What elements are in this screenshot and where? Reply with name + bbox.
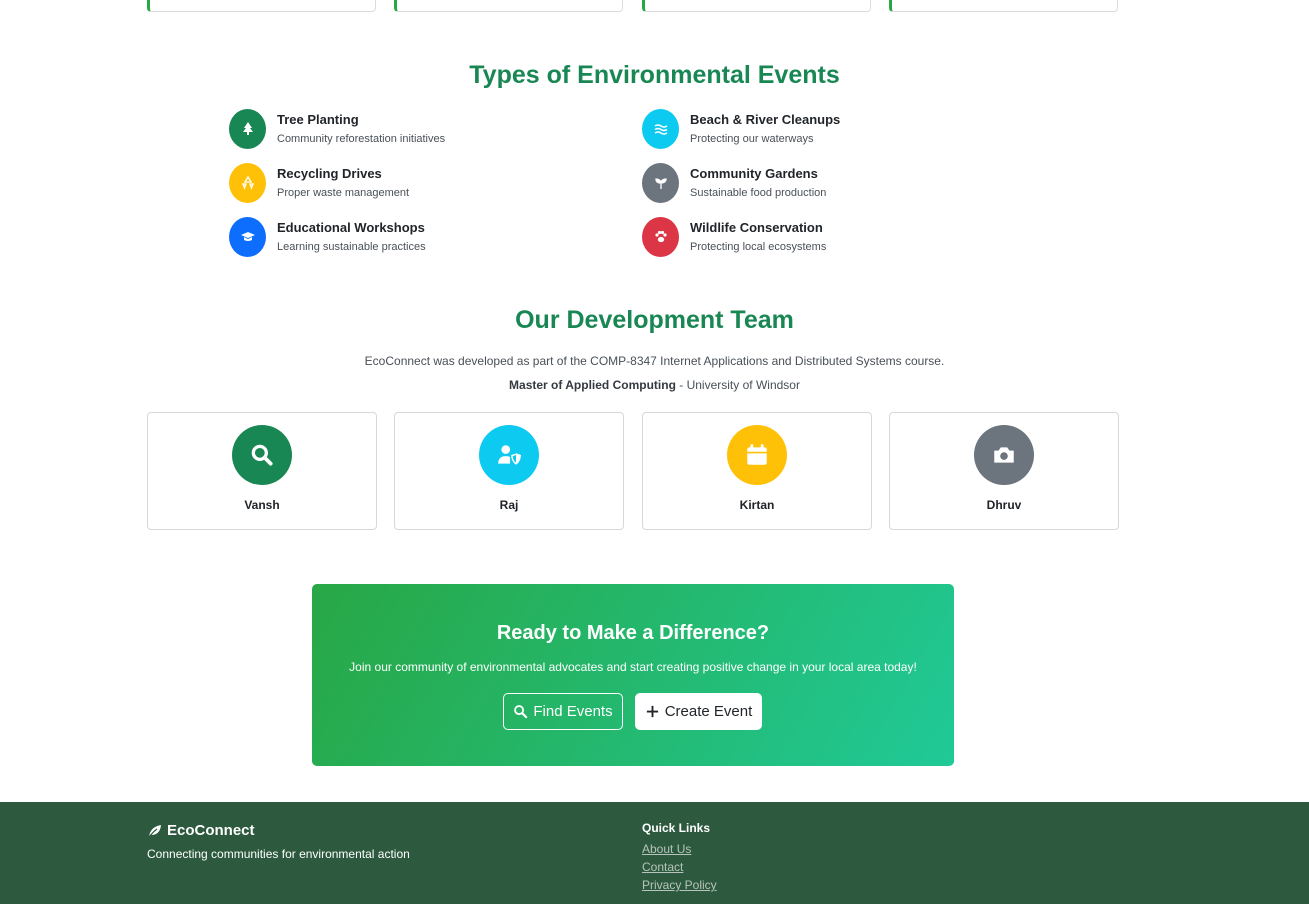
paw-icon — [642, 217, 679, 257]
program-info: Master of Applied Computing - University… — [0, 378, 1309, 392]
event-type-recycling: Recycling Drives Proper waste management — [229, 161, 409, 205]
team-member-name: Raj — [499, 498, 519, 512]
event-type-cleanups: Beach & River Cleanups Protecting our wa… — [642, 107, 840, 151]
seedling-icon — [642, 163, 679, 203]
footer: EcoConnect Connecting communities for en… — [0, 802, 1309, 904]
course-description: EcoConnect was developed as part of the … — [364, 354, 945, 368]
stat-card — [889, 0, 1118, 12]
camera-icon — [974, 425, 1034, 485]
team-member-card: Dhruv — [889, 412, 1119, 530]
team-member-name: Vansh — [244, 498, 280, 512]
plus-icon — [646, 705, 658, 718]
event-type-title: Recycling Drives — [277, 166, 382, 181]
leaf-icon — [148, 824, 161, 837]
event-type-desc: Proper waste management — [277, 187, 410, 199]
event-type-gardens: Community Gardens Sustainable food produ… — [642, 161, 826, 205]
calendar-icon — [727, 425, 787, 485]
team-section-title: Our Development Team — [515, 306, 794, 334]
create-event-button[interactable]: Create Event — [635, 693, 762, 730]
footer-link-about[interactable]: About Us — [642, 842, 691, 856]
events-section-title: Types of Environmental Events — [469, 61, 840, 89]
team-member-card: Kirtan — [642, 412, 872, 530]
event-type-desc: Learning sustainable practices — [277, 241, 426, 253]
find-events-label: Find Events — [533, 703, 613, 720]
search-icon — [232, 425, 292, 485]
brand-name: EcoConnect — [167, 822, 255, 839]
cta-banner: Ready to Make a Difference? Join our com… — [312, 584, 954, 766]
event-type-workshops: Educational Workshops Learning sustainab… — [229, 215, 426, 259]
team-member-card: Vansh — [147, 412, 377, 530]
footer-brand: EcoConnect — [147, 822, 255, 839]
footer-link-contact[interactable]: Contact — [642, 860, 683, 874]
tree-icon — [229, 109, 266, 149]
team-member-name: Kirtan — [739, 498, 775, 512]
event-type-title: Beach & River Cleanups — [690, 112, 841, 127]
event-type-title: Educational Workshops — [277, 220, 425, 235]
team-member-name: Dhruv — [986, 498, 1022, 512]
event-type-tree-planting: Tree Planting Community reforestation in… — [229, 107, 445, 151]
user-shield-icon — [479, 425, 539, 485]
event-type-title: Tree Planting — [277, 112, 359, 127]
search-icon — [514, 705, 528, 719]
cta-subtitle: Join our community of environmental advo… — [349, 660, 917, 674]
graduation-cap-icon — [229, 217, 266, 257]
cta-title: Ready to Make a Difference? — [496, 622, 770, 644]
event-type-title: Wildlife Conservation — [690, 220, 823, 235]
team-member-card: Raj — [394, 412, 624, 530]
event-type-wildlife: Wildlife Conservation Protecting local e… — [642, 215, 826, 259]
event-type-desc: Sustainable food production — [690, 187, 827, 199]
event-type-desc: Community reforestation initiatives — [277, 133, 446, 145]
quick-links-title: Quick Links — [642, 821, 711, 835]
university-name: University of Windsor — [686, 378, 800, 392]
water-icon — [642, 109, 679, 149]
find-events-button[interactable]: Find Events — [503, 693, 623, 730]
program-name: Master of Applied Computing — [509, 378, 676, 392]
program-separator: - — [675, 378, 687, 392]
stat-card — [394, 0, 623, 12]
stat-card — [147, 0, 376, 12]
event-type-desc: Protecting our waterways — [690, 133, 814, 145]
recycle-icon — [229, 163, 266, 203]
event-type-title: Community Gardens — [690, 166, 818, 181]
footer-link-privacy[interactable]: Privacy Policy — [642, 878, 717, 892]
footer-tagline: Connecting communities for environmental… — [147, 847, 410, 861]
create-event-label: Create Event — [664, 703, 753, 720]
event-type-desc: Protecting local ecosystems — [690, 241, 827, 253]
stat-card — [642, 0, 871, 12]
stats-cards-row — [147, 0, 1119, 12]
